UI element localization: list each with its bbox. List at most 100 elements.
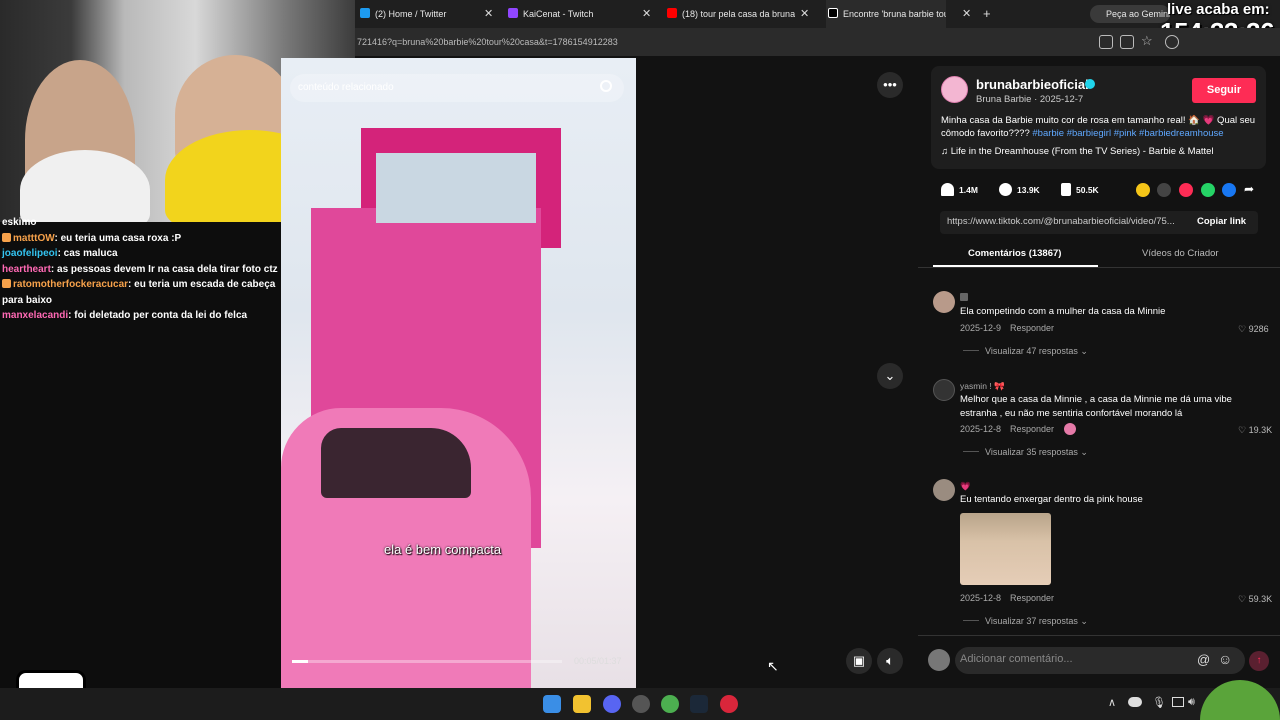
tab-twitch[interactable]: KaiCenat - Twitch <box>508 0 638 28</box>
chat-username[interactable]: ratomotherfockeracucar <box>13 279 128 290</box>
chevron-down-icon[interactable]: ⌄ <box>877 363 903 389</box>
share-arrow-icon[interactable]: ➦ <box>1244 182 1254 196</box>
reply-button[interactable]: Responder <box>1010 593 1054 603</box>
gemini-button[interactable]: Peça ao Gemini <box>1090 5 1170 23</box>
search-icon[interactable] <box>600 80 612 92</box>
new-tab-button[interactable]: + <box>983 0 991 28</box>
comment-avatar[interactable] <box>933 379 955 401</box>
chat-username[interactable]: matttOW <box>13 233 54 244</box>
chat-username[interactable]: eskimo <box>2 217 36 228</box>
tab-creator-videos[interactable]: Vídeos do Criador <box>1142 248 1219 259</box>
tab-divider <box>918 267 1280 268</box>
chat-badge-icon <box>2 279 11 288</box>
embed-icon[interactable] <box>1157 183 1171 197</box>
facebook-icon[interactable] <box>1222 183 1236 197</box>
translate-icon[interactable] <box>1099 35 1113 49</box>
chrome-icon[interactable] <box>661 695 679 713</box>
comment-input-divider <box>918 635 1280 636</box>
chat-username[interactable]: heartheart <box>2 264 51 275</box>
follow-button[interactable]: Seguir <box>1192 78 1256 103</box>
tab-comments[interactable]: Comentários (13867) <box>968 248 1061 259</box>
comment-date: 2025-12-8 <box>960 593 1002 603</box>
chat-message: matttOW: eu teria uma casa roxa :P <box>2 231 280 247</box>
comment-username[interactable] <box>960 293 968 301</box>
microphone-icon[interactable]: 🎙︎ <box>1152 696 1166 709</box>
discord-icon[interactable] <box>603 695 621 713</box>
add-comment-placeholder[interactable]: Adicionar comentário... <box>960 653 1073 665</box>
comment-likes[interactable]: ♡ 19.3K <box>1238 425 1272 436</box>
emoji-icon[interactable]: ☺ <box>1218 651 1232 667</box>
file-explorer-icon[interactable] <box>573 695 591 713</box>
music-note-icon: ♫ <box>941 146 951 157</box>
pip-icon[interactable]: ▣ <box>846 648 872 674</box>
share-friends-icon[interactable] <box>1136 183 1150 197</box>
tray-chevron-icon[interactable]: ∧ <box>1108 696 1116 709</box>
youtube-icon <box>667 8 677 18</box>
address-bar[interactable]: 721416?q=bruna%20barbie%20tour%20casa&t=… <box>355 28 1280 56</box>
reply-button[interactable]: Responder <box>1010 424 1054 434</box>
more-options-icon[interactable]: ••• <box>877 72 903 98</box>
app-icon[interactable] <box>632 695 650 713</box>
extension-icon[interactable] <box>1165 35 1179 49</box>
heart-outline-icon: ♡ <box>1238 324 1249 334</box>
tab-youtube[interactable]: (18) tour pela casa da bruna bar <box>667 0 795 28</box>
reply-button[interactable]: Responder <box>1010 323 1054 333</box>
video-progress-fill <box>292 660 309 663</box>
tab-tiktok-active[interactable]: Encontre 'bruna barbie tour' <box>826 0 946 28</box>
chat-message: ratomotherfockeracucar: eu teria um esca… <box>2 277 280 308</box>
comment-likes[interactable]: ♡ 9286 <box>1238 324 1269 335</box>
bookmark-star-icon[interactable]: ☆ <box>1141 33 1153 49</box>
chat-username[interactable]: manxelacandi <box>2 310 68 321</box>
close-icon[interactable]: ✕ <box>642 0 651 28</box>
comment-username[interactable]: yasmin ! 🎀 <box>960 381 1005 392</box>
cast-icon[interactable] <box>1120 35 1134 49</box>
video-link[interactable]: https://www.tiktok.com/@brunabarbieofici… <box>947 216 1187 227</box>
whatsapp-icon[interactable] <box>1201 183 1215 197</box>
onedrive-icon[interactable] <box>1128 697 1142 707</box>
countdown-label: live acaba em: <box>1167 1 1270 18</box>
chat-text: foi deletado per conta da lei do felca <box>74 310 248 321</box>
share-tiktok-icon[interactable] <box>1179 183 1193 197</box>
view-replies-button[interactable]: Visualizar 47 respostas ⌄ <box>963 346 1088 357</box>
like-stat[interactable]: 1.4M <box>941 183 978 196</box>
comment-image[interactable] <box>960 513 1051 585</box>
mention-icon[interactable]: @ <box>1197 652 1210 667</box>
comment-username[interactable]: 💗 <box>960 481 971 492</box>
chevron-down-icon: ⌄ <box>1080 447 1088 457</box>
comment-avatar[interactable] <box>933 291 955 313</box>
comment-likes[interactable]: ♡ 59.3K <box>1238 594 1272 605</box>
view-replies-button[interactable]: Visualizar 37 respostas ⌄ <box>963 616 1088 627</box>
volume-icon[interactable]: 🔈︎ <box>877 648 903 674</box>
steam-icon[interactable] <box>690 695 708 713</box>
video-frame-car-window <box>321 428 471 498</box>
creator-avatar[interactable] <box>941 76 968 103</box>
heart-outline-icon: ♡ <box>1238 425 1249 435</box>
music-info[interactable]: ♫ Life in the Dreamhouse (From the TV Se… <box>941 146 1214 157</box>
related-content-search[interactable]: conteúdo relacionado <box>290 74 624 102</box>
verified-icon <box>1085 79 1095 89</box>
send-icon[interactable]: ↑ <box>1249 651 1269 671</box>
volume-tray-icon[interactable]: 🔊︎ <box>1188 696 1195 709</box>
creator-username[interactable]: brunabarbieoficial <box>976 77 1089 92</box>
creator-liked-icon <box>1064 423 1076 435</box>
chat-username[interactable]: joaofelipeoi <box>2 248 58 259</box>
url-text[interactable]: 721416?q=bruna%20barbie%20tour%20casa&t=… <box>355 28 618 56</box>
tab-twitter[interactable]: (2) Home / Twitter <box>360 0 480 28</box>
close-icon[interactable]: ✕ <box>800 0 809 28</box>
video-progress-track[interactable] <box>292 660 562 663</box>
app-red-icon[interactable] <box>720 695 738 713</box>
video-time: 00:05/01:37 <box>574 656 622 666</box>
close-icon[interactable]: ✕ <box>962 0 971 28</box>
view-replies-button[interactable]: Visualizar 35 respostas ⌄ <box>963 447 1088 458</box>
chat-message: joaofelipeoi: cas maluca <box>2 246 280 262</box>
streamer-left-shirt <box>20 150 150 222</box>
comment-avatar[interactable] <box>933 479 955 501</box>
video-player[interactable] <box>281 58 636 688</box>
comment-stat[interactable]: 13.9K <box>999 183 1040 196</box>
start-icon[interactable] <box>543 695 561 713</box>
hashtags[interactable]: #barbie #barbiegirl #pink #barbiedreamho… <box>1032 128 1223 139</box>
network-icon[interactable] <box>1172 697 1184 707</box>
copy-link-button[interactable]: Copiar link <box>1197 216 1246 227</box>
close-icon[interactable]: ✕ <box>484 0 493 28</box>
save-stat[interactable]: 50.5K <box>1061 183 1099 196</box>
